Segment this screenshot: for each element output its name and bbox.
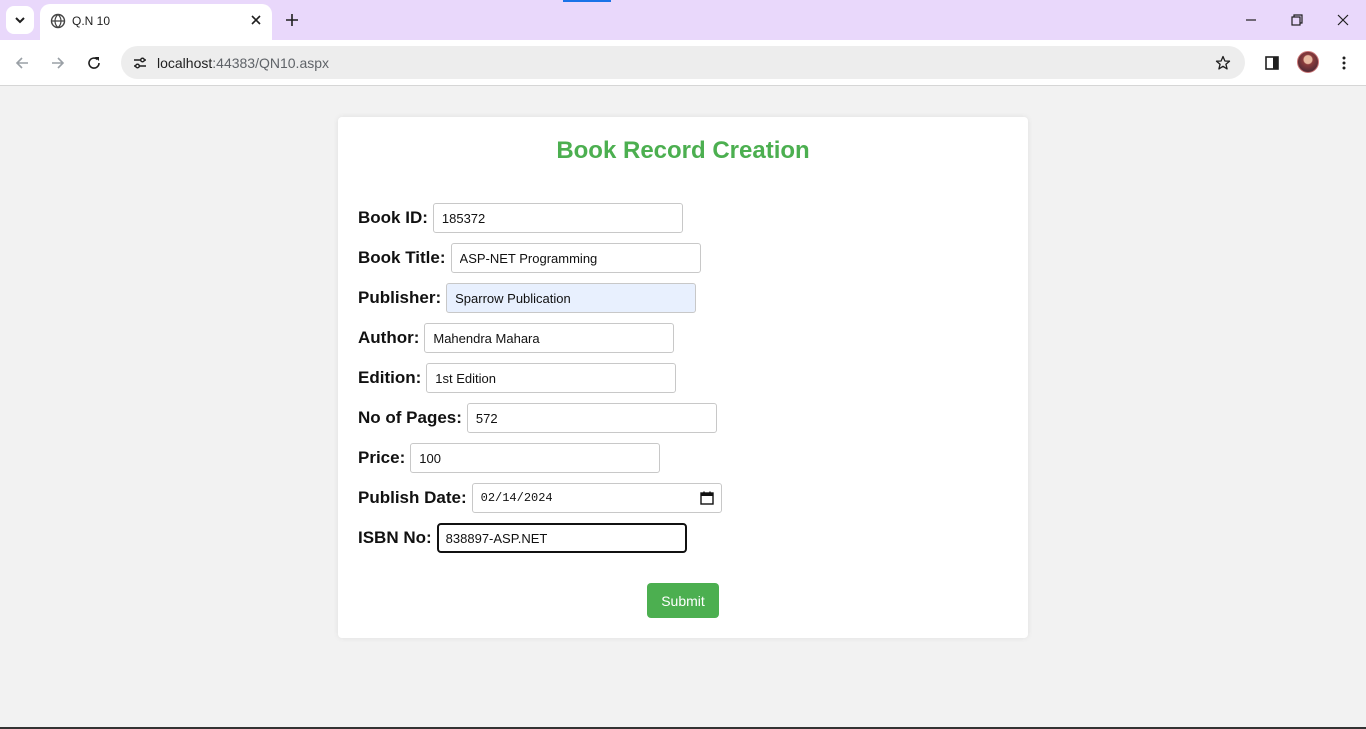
edition-row: Edition: bbox=[358, 363, 677, 393]
pages-row: No of Pages: bbox=[358, 403, 717, 433]
tab-strip: Q.N 10 bbox=[0, 0, 1366, 40]
plus-icon bbox=[286, 14, 298, 26]
restore-icon bbox=[1291, 14, 1303, 26]
close-icon bbox=[1337, 14, 1349, 26]
publisher-input[interactable] bbox=[446, 283, 697, 313]
tab-qn10[interactable]: Q.N 10 bbox=[40, 4, 272, 40]
address-bar[interactable]: localhost:44383/QN10.aspx bbox=[121, 46, 1245, 79]
side-panel-icon bbox=[1265, 56, 1279, 70]
tab-accent bbox=[563, 0, 611, 2]
chevron-down-icon bbox=[15, 17, 25, 24]
close-window-button[interactable] bbox=[1331, 8, 1355, 32]
publish-date-label: Publish Date: bbox=[358, 488, 467, 507]
reload-button[interactable] bbox=[82, 51, 106, 75]
book-form-card: Book Record Creation Book ID: Book Title… bbox=[338, 117, 1028, 638]
forward-arrow-icon bbox=[52, 57, 65, 69]
close-icon bbox=[251, 15, 261, 25]
price-label: Price: bbox=[358, 448, 406, 467]
pages-input[interactable] bbox=[466, 403, 717, 433]
avatar[interactable] bbox=[1297, 51, 1319, 73]
url-text: localhost:44383/QN10.aspx bbox=[157, 55, 330, 71]
isbn-label: ISBN No: bbox=[358, 528, 432, 547]
isbn-row: ISBN No: bbox=[358, 523, 687, 553]
restore-button[interactable] bbox=[1285, 8, 1309, 32]
menu-button[interactable] bbox=[1332, 51, 1356, 75]
submit-button[interactable]: Submit bbox=[647, 583, 719, 618]
back-button[interactable] bbox=[10, 51, 34, 75]
publish-date-field bbox=[471, 483, 722, 513]
form-title: Book Record Creation bbox=[556, 137, 810, 164]
back-arrow-icon bbox=[15, 57, 28, 69]
minimize-button[interactable] bbox=[1239, 8, 1263, 32]
book-id-label: Book ID: bbox=[358, 208, 428, 227]
author-row: Author: bbox=[358, 323, 675, 353]
price-row: Price: bbox=[358, 443, 661, 473]
reload-icon bbox=[88, 57, 100, 69]
pages-label: No of Pages: bbox=[358, 408, 462, 427]
book-id-row: Book ID: bbox=[358, 203, 683, 233]
book-title-label: Book Title: bbox=[358, 248, 446, 267]
edition-label: Edition: bbox=[358, 368, 422, 387]
book-title-input[interactable] bbox=[450, 243, 701, 273]
star-icon bbox=[1215, 55, 1231, 70]
tab-search-button[interactable] bbox=[6, 6, 34, 34]
publisher-row: Publisher: bbox=[358, 283, 697, 313]
kebab-menu-icon bbox=[1342, 56, 1346, 70]
publish-date-row: Publish Date: bbox=[358, 483, 722, 513]
book-title-row: Book Title: bbox=[358, 243, 701, 273]
browser-toolbar: localhost:44383/QN10.aspx bbox=[0, 40, 1366, 86]
site-info-button[interactable] bbox=[127, 50, 153, 76]
price-input[interactable] bbox=[410, 443, 661, 473]
bookmark-button[interactable] bbox=[1213, 53, 1233, 73]
site-info-icon bbox=[134, 57, 146, 69]
isbn-input[interactable] bbox=[436, 523, 687, 553]
author-input[interactable] bbox=[424, 323, 675, 353]
publish-date-input[interactable] bbox=[471, 483, 722, 513]
close-tab-button[interactable] bbox=[248, 12, 264, 28]
forward-button[interactable] bbox=[46, 51, 70, 75]
edition-input[interactable] bbox=[426, 363, 677, 393]
minimize-icon bbox=[1246, 19, 1256, 21]
tab-title: Q.N 10 bbox=[72, 14, 111, 28]
side-panel-button[interactable] bbox=[1260, 51, 1284, 75]
globe-icon bbox=[50, 13, 66, 29]
book-id-input[interactable] bbox=[432, 203, 683, 233]
calendar-icon[interactable] bbox=[699, 491, 714, 505]
author-label: Author: bbox=[358, 328, 420, 347]
publisher-label: Publisher: bbox=[358, 288, 442, 307]
new-tab-button[interactable] bbox=[280, 8, 304, 32]
